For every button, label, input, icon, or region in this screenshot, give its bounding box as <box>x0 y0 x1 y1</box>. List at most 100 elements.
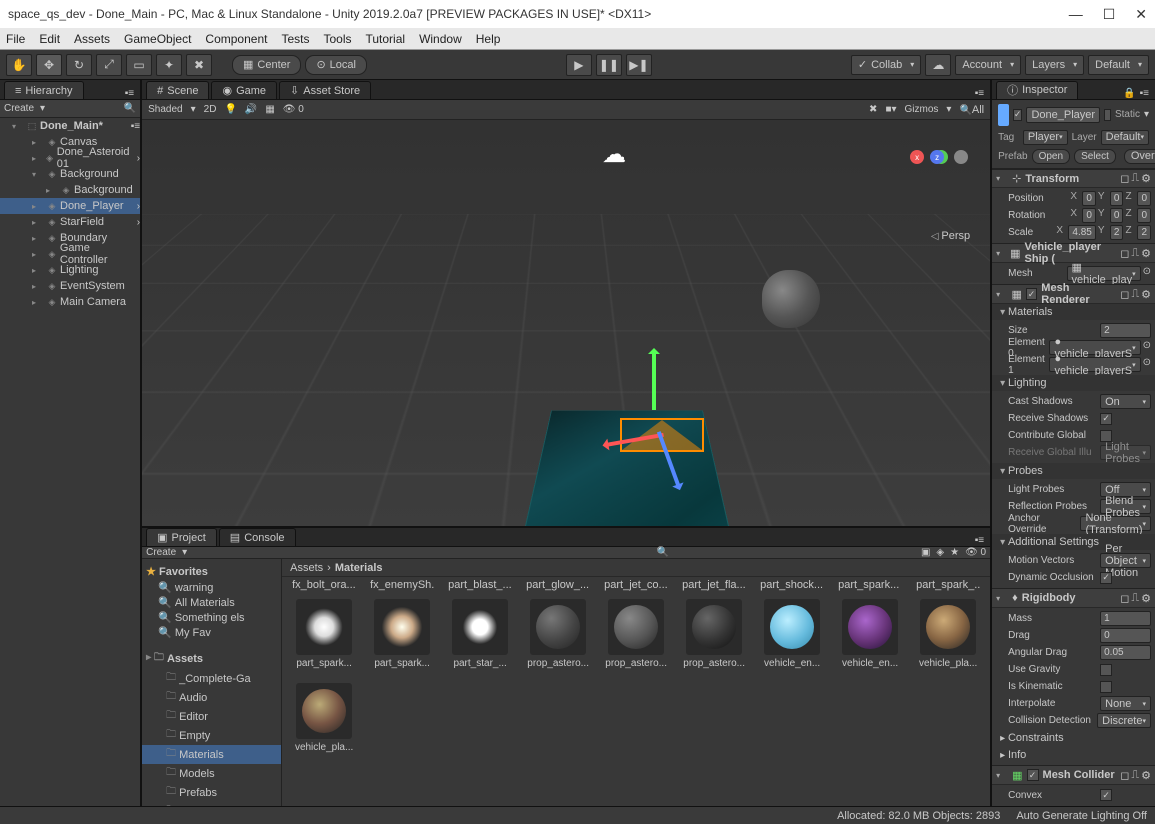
hierarchy-item[interactable]: ▸◈Game Controller <box>0 246 140 262</box>
scene-view[interactable]: ☁ y x z ◁ Persp <box>142 120 990 526</box>
collab-dropdown[interactable]: ✓Collab <box>851 55 921 75</box>
rot-y[interactable]: 0 <box>1110 208 1124 223</box>
dynamic-occlusion[interactable] <box>1100 572 1112 584</box>
panel-menu-icon[interactable]: ▪≡ <box>975 88 990 99</box>
scene-root[interactable]: ▾⬚Done_Main*▪≡ <box>0 118 140 134</box>
info-fold[interactable]: ▸ Info <box>996 749 1096 761</box>
close-button[interactable]: ✕ <box>1135 6 1147 23</box>
pivot-local-toggle[interactable]: ⊙Local <box>305 55 367 75</box>
pivot-center-toggle[interactable]: ▦Center <box>232 55 301 75</box>
scene-tab[interactable]: #Scene <box>146 81 209 99</box>
layers-dropdown[interactable]: Layers <box>1025 55 1084 75</box>
materials-section[interactable]: ▾ Materials <box>992 304 1155 320</box>
light-toggle-icon[interactable]: 💡 <box>224 104 236 115</box>
help-icon[interactable]: ◻ <box>1120 172 1129 185</box>
asset-item[interactable]: part_star_... <box>448 599 512 669</box>
search-icon[interactable]: 🔍 <box>657 547 669 558</box>
asset-item[interactable]: prop_astero... <box>682 599 746 669</box>
folder-item[interactable]: 🗀Empty <box>142 726 281 745</box>
is-kinematic[interactable] <box>1100 681 1112 693</box>
menu-component[interactable]: Component <box>205 32 267 46</box>
rotate-tool[interactable]: ↻ <box>66 54 92 76</box>
asset-item[interactable]: vehicle_pla... <box>916 599 980 669</box>
project-create[interactable]: Create <box>146 547 176 558</box>
interpolate[interactable]: None <box>1100 696 1151 711</box>
favorite-item[interactable]: 🔍Something els <box>142 610 281 625</box>
mesh-field[interactable]: ▦ vehicle_play <box>1067 266 1141 281</box>
scl-z[interactable]: 2 <box>1137 225 1151 240</box>
hierarchy-item[interactable]: ▸◈Main Camera <box>0 294 140 310</box>
rot-x[interactable]: 0 <box>1082 208 1096 223</box>
preset-icon[interactable]: ⎍ <box>1131 172 1139 185</box>
tag-dropdown[interactable]: Player <box>1023 130 1068 145</box>
receive-shadows[interactable] <box>1100 413 1112 425</box>
mass[interactable]: 1 <box>1100 611 1151 626</box>
label-icon[interactable]: ◈ <box>936 547 944 558</box>
search-icon[interactable]: 🔍 <box>124 103 136 114</box>
menu-help[interactable]: Help <box>476 32 501 46</box>
renderer-enabled[interactable] <box>1026 288 1037 300</box>
prefab-select[interactable]: Select <box>1074 149 1116 164</box>
star-icon[interactable]: ★ <box>950 547 959 558</box>
scene-search[interactable]: 🔍All <box>959 104 984 116</box>
hierarchy-item[interactable]: ▸◈Background <box>0 182 140 198</box>
anchor-override[interactable]: None (Transform) <box>1080 516 1151 531</box>
asset-item[interactable]: part_spark... <box>370 599 434 669</box>
static-checkbox[interactable] <box>1104 109 1111 121</box>
prefab-open[interactable]: Open <box>1032 149 1070 164</box>
asset-item[interactable]: vehicle_pla... <box>292 683 356 753</box>
hidden-icon[interactable]: 👁 0 <box>965 547 986 558</box>
menu-edit[interactable]: Edit <box>39 32 60 46</box>
hierarchy-create[interactable]: Create <box>4 103 34 114</box>
rect-tool[interactable]: ▭ <box>126 54 152 76</box>
orientation-gizmo[interactable]: y x z <box>910 150 970 210</box>
assets-header[interactable]: ▸ 🗀Assets <box>142 648 281 669</box>
hierarchy-item[interactable]: ▸◈Done_Asteroid 01› <box>0 150 140 166</box>
game-tab[interactable]: ◉Game <box>211 81 277 99</box>
project-tab[interactable]: ▣Project <box>146 528 217 546</box>
meshfilter-header[interactable]: ▾▦Vehicle_player Ship (◻⎍⚙ <box>992 243 1155 263</box>
layer-dropdown[interactable]: Default <box>1101 130 1149 145</box>
minimize-button[interactable]: — <box>1069 6 1083 23</box>
status-lighting[interactable]: Auto Generate Lighting Off <box>1016 810 1147 822</box>
hierarchy-item[interactable]: ▸◈StarField› <box>0 214 140 230</box>
convex[interactable] <box>1100 789 1112 801</box>
scale-tool[interactable]: ⤢ <box>96 54 122 76</box>
folder-item[interactable]: 🗀Audio <box>142 688 281 707</box>
fx-toggle-icon[interactable]: ▦ <box>265 104 274 115</box>
panel-menu-icon[interactable]: ▪≡ <box>975 535 990 546</box>
transform-tool[interactable]: ✦ <box>156 54 182 76</box>
menu-tests[interactable]: Tests <box>281 32 309 46</box>
panel-menu-icon[interactable]: ▪≡ <box>1140 88 1155 99</box>
account-dropdown[interactable]: Account <box>955 55 1021 75</box>
mat-el1[interactable]: ● vehicle_playerS <box>1049 357 1140 372</box>
pos-x[interactable]: 0 <box>1082 191 1096 206</box>
asset-item[interactable]: prop_astero... <box>604 599 668 669</box>
meshrenderer-header[interactable]: ▾▦Mesh Renderer◻⎍⚙ <box>992 284 1155 304</box>
scl-x[interactable]: 4.85 <box>1068 225 1095 240</box>
breadcrumb-current[interactable]: Materials <box>335 562 383 574</box>
mode-2d-toggle[interactable]: 2D <box>204 104 217 115</box>
prefab-overrides[interactable]: Overrides ▾ <box>1124 149 1155 164</box>
lighting-section[interactable]: ▾ Lighting <box>992 375 1155 391</box>
panel-menu-icon[interactable]: ▪≡ <box>125 88 140 99</box>
collider-enabled[interactable] <box>1027 769 1039 781</box>
folder-item[interactable]: 🗀Editor <box>142 707 281 726</box>
scl-y[interactable]: 2 <box>1110 225 1124 240</box>
perspective-label[interactable]: ◁ Persp <box>931 230 970 242</box>
gizmos-dropdown[interactable]: Gizmos <box>905 104 939 115</box>
drag[interactable]: 0 <box>1100 628 1151 643</box>
menu-gameobject[interactable]: GameObject <box>124 32 191 46</box>
menu-tutorial[interactable]: Tutorial <box>365 32 405 46</box>
inspector-tab[interactable]: ⓘInspector <box>996 81 1078 99</box>
receive-gi[interactable]: Light Probes <box>1100 445 1151 460</box>
hierarchy-item[interactable]: ▸◈Done_Player› <box>0 198 140 214</box>
angular-drag[interactable]: 0.05 <box>1100 645 1151 660</box>
hierarchy-item[interactable]: ▸◈EventSystem <box>0 278 140 294</box>
use-gravity[interactable] <box>1100 664 1112 676</box>
filter-icon[interactable]: ▣ <box>921 547 930 558</box>
favorite-item[interactable]: 🔍My Fav <box>142 625 281 640</box>
maximize-button[interactable]: ☐ <box>1103 6 1116 23</box>
rigidbody-header[interactable]: ▾♦Rigidbody◻⎍⚙ <box>992 588 1155 608</box>
play-button[interactable]: ▶ <box>566 54 592 76</box>
